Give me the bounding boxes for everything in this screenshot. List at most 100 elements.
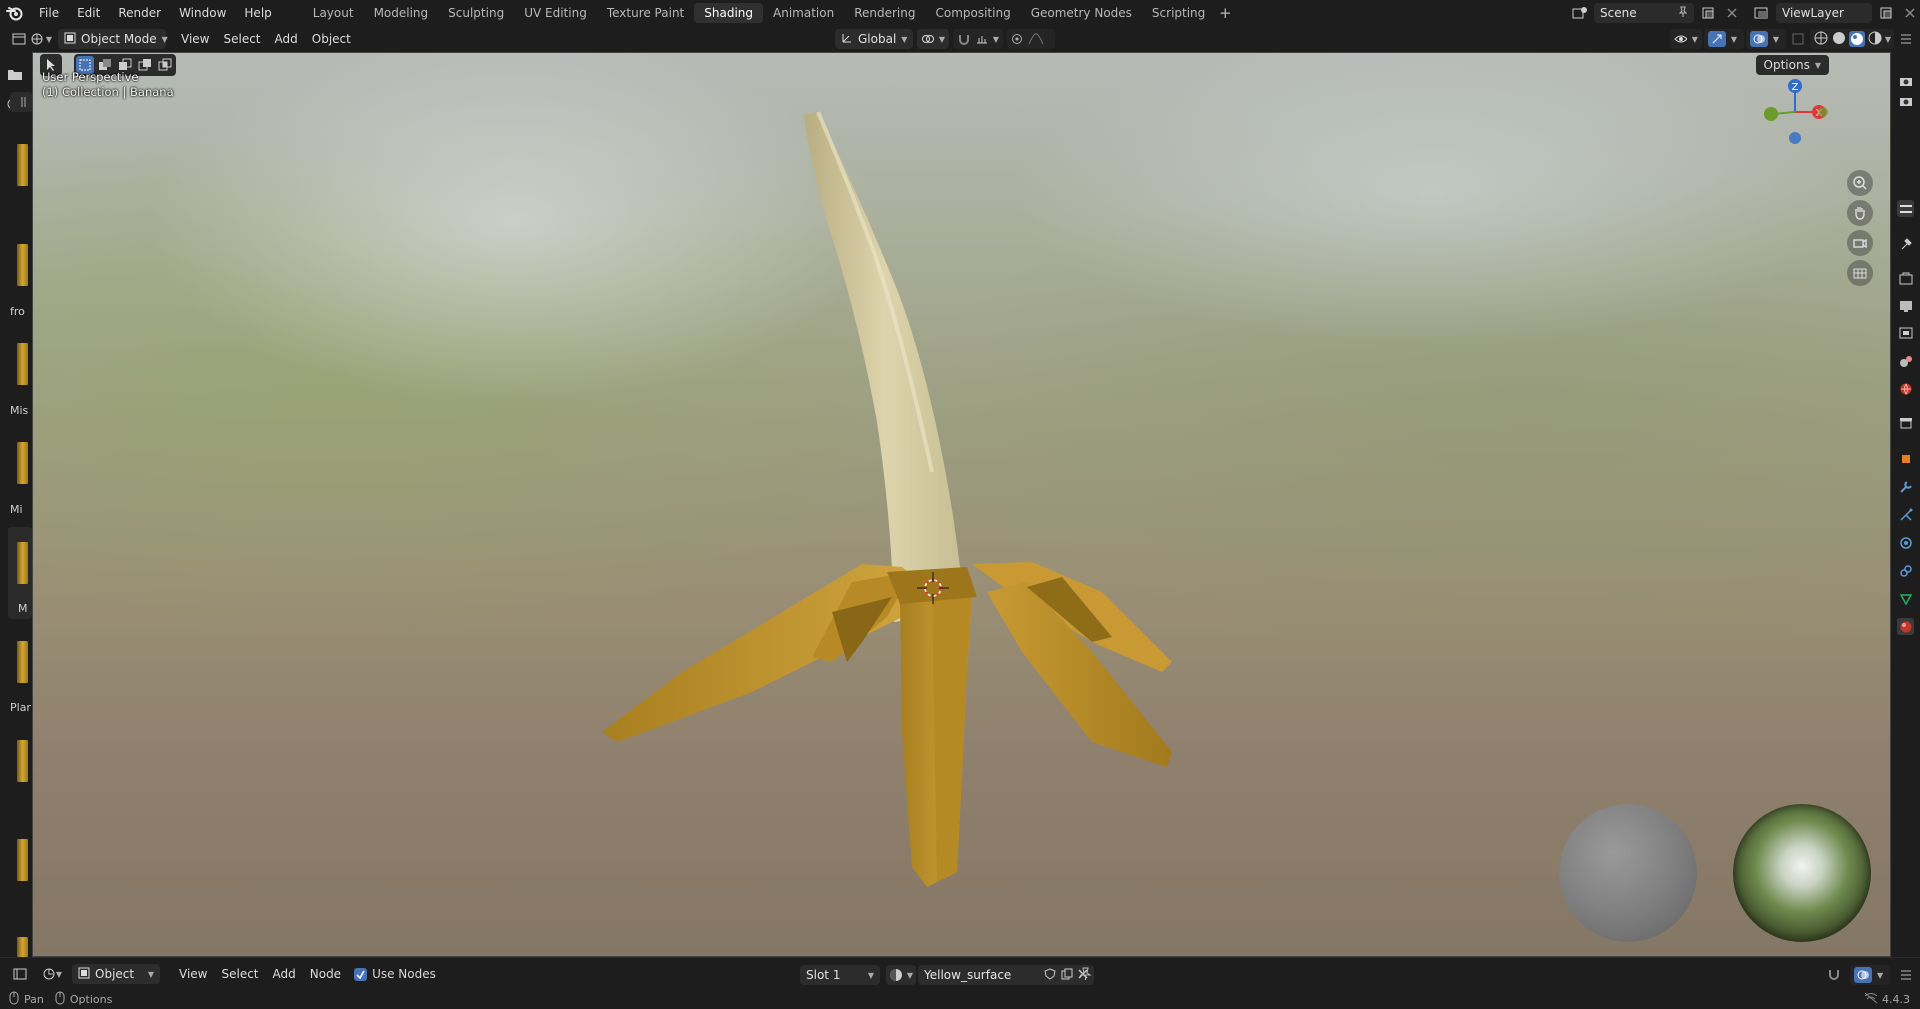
sidebar-toggle-icon[interactable] <box>1896 965 1916 985</box>
material-slot-selector[interactable]: Slot 1 ▼ <box>800 965 880 985</box>
render-properties-icon[interactable] <box>1897 270 1914 287</box>
shader-node-editor-icon[interactable]: ▼ <box>38 964 66 984</box>
gizmo-toggle[interactable]: ▼ <box>1703 29 1744 49</box>
tab-rendering[interactable]: Rendering <box>844 3 925 23</box>
menu-window[interactable]: Window <box>170 0 235 26</box>
node-overlays-toggle[interactable]: ▼ <box>1850 965 1890 985</box>
camera-screenshot-icon[interactable] <box>1897 92 1914 109</box>
blender-logo-icon[interactable] <box>0 0 30 26</box>
asset-thumbnail[interactable] <box>17 144 28 186</box>
viewport-menu-select[interactable]: Select <box>216 32 267 46</box>
pin-icon[interactable] <box>1678 6 1688 21</box>
tab-scripting[interactable]: Scripting <box>1142 3 1215 23</box>
network-disconnected-icon[interactable] <box>1864 992 1878 1007</box>
checkbox-checked-icon[interactable] <box>354 967 368 981</box>
asset-thumbnail[interactable] <box>17 740 28 782</box>
asset-thumbnail[interactable] <box>17 641 28 683</box>
output-properties-icon[interactable] <box>1897 297 1914 314</box>
modifier-wrench-icon[interactable] <box>1897 478 1914 495</box>
remove-view-layer-icon[interactable] <box>1900 3 1920 23</box>
node-menu-view[interactable]: View <box>172 967 214 981</box>
snap-node-icon[interactable] <box>1824 965 1844 985</box>
transform-orientation-selector[interactable]: Global ▼ <box>835 29 913 49</box>
duplicate-material-icon[interactable] <box>1061 968 1073 983</box>
menu-help[interactable]: Help <box>235 0 280 26</box>
asset-thumbnail[interactable] <box>17 839 28 881</box>
camera-icon[interactable] <box>1897 72 1914 89</box>
mode-selector[interactable]: Object Mode ▼ <box>58 29 168 49</box>
overlays-toggle[interactable]: ▼ <box>1745 29 1786 49</box>
world-properties-icon[interactable] <box>1897 380 1914 397</box>
asset-thumbnail[interactable] <box>17 442 28 484</box>
asset-thumbnail[interactable] <box>17 244 28 286</box>
view-layer-properties-icon[interactable] <box>1897 324 1914 341</box>
chevron-down-icon[interactable]: ▼ <box>1885 35 1891 44</box>
node-menu-add[interactable]: Add <box>266 967 303 981</box>
new-scene-icon[interactable] <box>1698 3 1718 23</box>
add-workspace-button[interactable]: + <box>1215 3 1235 23</box>
asset-thumbnail[interactable] <box>17 343 28 385</box>
shader-type-selector[interactable]: Object ▼ <box>72 964 160 984</box>
tab-uv-editing[interactable]: UV Editing <box>514 3 597 23</box>
object-properties-icon[interactable] <box>1897 450 1914 467</box>
view-layer-icon[interactable] <box>1752 3 1772 23</box>
xray-toggle-icon[interactable] <box>1788 29 1808 49</box>
material-name-field[interactable]: Yellow_surface <box>918 965 1094 985</box>
asset-search-toggle[interactable] <box>10 92 32 112</box>
tab-sculpting[interactable]: Sculpting <box>438 3 514 23</box>
material-preview-shading-icon[interactable] <box>1848 31 1865 47</box>
collection-properties-icon[interactable] <box>1897 414 1914 431</box>
material-properties-icon[interactable] <box>1897 618 1914 635</box>
fake-user-shield-icon[interactable] <box>1044 967 1056 983</box>
menu-render[interactable]: Render <box>109 0 170 26</box>
scene-selector[interactable]: Scene <box>1594 3 1694 23</box>
wireframe-shading-icon[interactable] <box>1813 30 1829 49</box>
filter-icon <box>21 97 26 107</box>
constraints-icon[interactable] <box>1897 562 1914 579</box>
viewport-menu-object[interactable]: Object <box>305 32 358 46</box>
editor-type-icon[interactable] <box>8 964 32 984</box>
sidebar-toggle-icon[interactable] <box>1896 29 1916 49</box>
tab-geometry-nodes[interactable]: Geometry Nodes <box>1021 3 1142 23</box>
hdri-preview-sphere <box>1733 804 1871 942</box>
use-nodes-toggle[interactable]: Use Nodes <box>354 967 436 981</box>
pivot-point-selector[interactable]: ▼ <box>917 29 949 49</box>
scene-type-icon[interactable] <box>1570 3 1590 23</box>
banana-flesh[interactable] <box>804 112 966 622</box>
view-layer-selector[interactable]: ViewLayer <box>1776 3 1872 23</box>
editor-type-icon[interactable] <box>8 29 30 49</box>
viewport-menu-view[interactable]: View <box>174 32 216 46</box>
delete-scene-icon[interactable] <box>1722 3 1742 23</box>
menu-edit[interactable]: Edit <box>68 0 109 26</box>
pin-node-tree-icon[interactable] <box>1076 964 1096 984</box>
solid-shading-icon[interactable] <box>1831 30 1847 49</box>
file-browser-icon[interactable] <box>4 64 26 84</box>
menu-file[interactable]: File <box>30 0 68 26</box>
asset-thumbnail[interactable] <box>17 542 28 584</box>
node-menu-node[interactable]: Node <box>303 967 348 981</box>
tab-modeling[interactable]: Modeling <box>364 3 439 23</box>
browse-material-button[interactable]: ▼ <box>886 965 916 985</box>
node-menu-select[interactable]: Select <box>214 967 265 981</box>
rendered-shading-icon[interactable] <box>1867 30 1883 49</box>
shading-mode-buttons[interactable]: ▼ <box>1809 29 1894 49</box>
viewport-editor-icon[interactable]: ▼ <box>30 29 52 49</box>
3d-viewport[interactable]: User Perspective (1) Collection | Banana… <box>32 52 1891 957</box>
visibility-selector[interactable]: ▼ <box>1669 29 1702 49</box>
proportional-editing-controls[interactable] <box>1007 29 1055 49</box>
tab-layout[interactable]: Layout <box>303 3 364 23</box>
new-view-layer-icon[interactable] <box>1876 3 1896 23</box>
viewport-menu-add[interactable]: Add <box>268 32 305 46</box>
scene-properties-icon[interactable] <box>1897 352 1914 369</box>
tab-shading[interactable]: Shading <box>694 3 763 23</box>
tab-animation[interactable]: Animation <box>763 3 844 23</box>
tool-settings-icon[interactable] <box>1897 200 1914 217</box>
physics-icon[interactable] <box>1897 534 1914 551</box>
tab-compositing[interactable]: Compositing <box>925 3 1020 23</box>
tab-texture-paint[interactable]: Texture Paint <box>597 3 694 23</box>
particles-icon[interactable] <box>1897 506 1914 523</box>
snapping-controls[interactable]: ▼ <box>953 29 1003 49</box>
asset-thumbnail[interactable] <box>17 937 28 957</box>
tool-icon[interactable] <box>1897 235 1914 252</box>
mesh-data-icon[interactable] <box>1897 590 1914 607</box>
